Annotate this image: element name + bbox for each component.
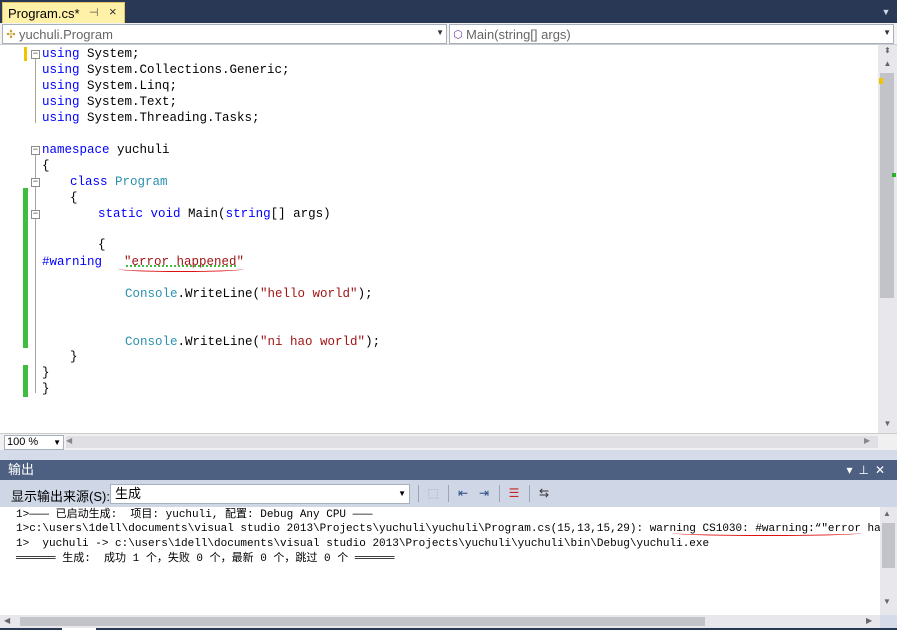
scroll-left-icon[interactable]: ◀ (4, 616, 10, 625)
close-icon[interactable]: × (109, 4, 117, 19)
type-combo-value: yuchuli.Program (19, 26, 113, 42)
code-line: using System.Collections.Generic; (42, 63, 290, 77)
word-wrap-icon[interactable]: ⇆ (536, 485, 552, 501)
code-line: { (70, 191, 78, 205)
annotation-underline (672, 530, 862, 536)
chevron-down-icon[interactable]: ▼ (436, 28, 444, 37)
type-combo[interactable]: ✣ yuchuli.Program ▼ (2, 24, 447, 44)
method-icon: ⬡ (453, 28, 463, 41)
tab-title: Program.cs* (8, 5, 80, 21)
toolbar-separator (499, 485, 500, 502)
code-line: { (98, 238, 106, 252)
editor-status-bar: 100 % ▼ ◀ ▶ (0, 433, 897, 450)
output-horizontal-scrollbar[interactable]: ◀ ▶ (0, 615, 880, 628)
close-icon[interactable]: ✕ (875, 463, 891, 477)
output-text-area[interactable]: 1>——— 已启动生成: 项目: yuchuli, 配置: Debug Any … (0, 507, 897, 615)
pin-icon[interactable]: ⊥ (858, 463, 874, 477)
code-editor[interactable]: − − − − using System; using System.Colle… (0, 45, 897, 433)
scroll-thumb[interactable] (20, 617, 705, 626)
chevron-down-icon[interactable]: ▼ (53, 436, 61, 449)
tab-list-dropdown-icon[interactable]: ▼ (880, 6, 892, 18)
scroll-mark-unsaved (879, 78, 883, 84)
zoom-value: 100 % (7, 436, 39, 448)
scroll-left-icon[interactable]: ◀ (66, 436, 72, 445)
panel-menu-icon[interactable]: ▾ (846, 463, 858, 477)
scroll-thumb[interactable] (882, 523, 895, 568)
fold-toggle-icon[interactable]: − (31, 178, 40, 187)
code-line: Console.WriteLine("hello world"); (125, 287, 373, 301)
change-bar-saved (23, 365, 28, 397)
fold-toggle-icon[interactable]: − (31, 210, 40, 219)
output-line: 1>——— 已启动生成: 项目: yuchuli, 配置: Debug Any … (16, 509, 373, 521)
document-tab-strip: Program.cs* ⊣ × ▼ (0, 0, 897, 23)
code-line: using System.Text; (42, 95, 178, 109)
fold-toggle-icon[interactable]: − (31, 50, 40, 59)
outline-guide (35, 155, 36, 393)
find-message-icon[interactable]: ⬚ (425, 485, 441, 501)
panel-controls: ▾⊥✕ (846, 460, 891, 480)
code-line: using System; (42, 47, 140, 61)
toolbar-separator (529, 485, 530, 502)
next-message-icon[interactable]: ⇥ (476, 485, 492, 501)
code-line: namespace yuchuli (42, 143, 170, 157)
output-line: ══════ 生成: 成功 1 个，失败 0 个，最新 0 个，跳过 0 个 ═… (16, 553, 395, 565)
code-line: } (70, 350, 78, 364)
code-line: } (42, 382, 50, 396)
member-combo-value: Main(string[] args) (466, 26, 571, 42)
code-line: static void Main(string[] args) (98, 207, 331, 221)
navigation-bar: ✣ yuchuli.Program ▼ ⬡ Main(string[] args… (0, 23, 897, 45)
member-combo[interactable]: ⬡ Main(string[] args) ▼ (449, 24, 894, 44)
output-panel-title: 输出 ▾⊥✕ (0, 460, 897, 480)
scroll-right-icon[interactable]: ▶ (864, 436, 870, 445)
scroll-right-icon[interactable]: ▶ (866, 616, 872, 625)
output-source-label: 显示输出来源(S): (11, 489, 110, 504)
change-bar-saved (23, 188, 28, 348)
class-icon: ✣ (6, 28, 16, 41)
code-line: #warning (42, 255, 103, 269)
zoom-combo[interactable]: 100 % ▼ (4, 435, 64, 450)
annotation-underline (118, 266, 244, 272)
fold-toggle-icon[interactable]: − (31, 146, 40, 155)
chevron-down-icon[interactable]: ▼ (398, 485, 406, 503)
code-line: using System.Linq; (42, 79, 178, 93)
previous-message-icon[interactable]: ⇤ (455, 485, 471, 501)
outline-guide (35, 59, 36, 123)
editor-vertical-scrollbar[interactable]: ⬍ ▲ ▼ (878, 45, 897, 433)
code-line: class Program (70, 175, 168, 189)
code-line: { (42, 159, 50, 173)
output-toolbar: 显示输出来源(S): 生成 ▼ ⬚ ⇤ ⇥ ☰ ⇆ (0, 480, 897, 507)
clear-all-icon[interactable]: ☰ (506, 485, 522, 501)
output-line: 1> yuchuli -> c:\users\1dell\documents\v… (16, 538, 710, 550)
output-source-value: 生成 (115, 486, 142, 501)
scroll-down-icon[interactable]: ▼ (883, 597, 891, 606)
pin-icon[interactable]: ⊣ (89, 6, 99, 19)
visual-studio-window: Program.cs* ⊣ × ▼ ✣ yuchuli.Program ▼ ⬡ … (0, 0, 897, 630)
output-vertical-scrollbar[interactable]: ▲ ▼ (880, 507, 897, 615)
code-text-area[interactable]: − − − − using System; using System.Colle… (20, 45, 878, 433)
output-source-select[interactable]: 生成 ▼ (110, 484, 410, 504)
scroll-up-icon[interactable]: ▲ (883, 509, 891, 518)
scroll-mark-saved (892, 173, 896, 177)
scroll-thumb[interactable] (880, 73, 894, 298)
code-line: } (42, 366, 50, 380)
scroll-down-icon[interactable]: ▼ (878, 417, 897, 431)
editor-horizontal-scrollbar[interactable] (66, 436, 878, 448)
toolbar-separator (448, 485, 449, 502)
output-title: 输出 (8, 462, 35, 477)
chevron-down-icon[interactable]: ▼ (883, 28, 891, 37)
code-line: using System.Threading.Tasks; (42, 111, 260, 125)
tab-program-cs[interactable]: Program.cs* ⊣ × (2, 2, 125, 23)
split-icon[interactable]: ⬍ (878, 44, 897, 58)
toolbar-separator (418, 485, 419, 502)
code-line: Console.WriteLine("ni hao world"); (125, 335, 381, 349)
scroll-up-icon[interactable]: ▲ (878, 57, 897, 71)
